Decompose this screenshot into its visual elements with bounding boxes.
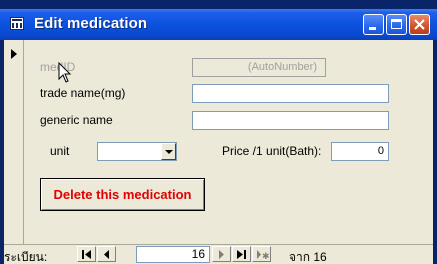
last-record-icon bbox=[237, 250, 246, 259]
first-record-button[interactable] bbox=[77, 246, 96, 262]
next-record-icon bbox=[219, 250, 224, 259]
unit-select[interactable] bbox=[97, 142, 177, 161]
next-record-button[interactable] bbox=[212, 246, 231, 262]
unit-label: unit bbox=[50, 144, 70, 158]
last-record-button[interactable] bbox=[232, 246, 251, 262]
edit-medication-window: Edit medication medID (AutoNumber) trade… bbox=[0, 0, 437, 264]
trade-name-field[interactable] bbox=[192, 84, 389, 103]
unit-dropdown-button[interactable] bbox=[161, 143, 176, 160]
first-record-icon bbox=[82, 250, 91, 259]
price-field[interactable]: 0 bbox=[331, 142, 389, 161]
minimize-button[interactable] bbox=[363, 14, 384, 35]
current-record-field[interactable]: 16 bbox=[136, 246, 210, 263]
previous-record-button[interactable] bbox=[97, 246, 116, 262]
form-client-area: medID (AutoNumber) trade name(mg) generi… bbox=[4, 40, 433, 264]
new-record-button[interactable]: ✱ bbox=[252, 246, 271, 262]
current-record-arrow-icon bbox=[11, 49, 17, 59]
record-selector[interactable] bbox=[4, 40, 24, 244]
svg-text:✱: ✱ bbox=[262, 252, 269, 260]
trade-name-label: trade name(mg) bbox=[40, 86, 126, 100]
new-record-icon: ✱ bbox=[257, 250, 269, 260]
generic-name-field[interactable] bbox=[192, 111, 389, 130]
previous-record-icon bbox=[104, 250, 109, 259]
close-icon bbox=[414, 19, 425, 30]
mouse-pointer-icon bbox=[58, 62, 72, 83]
record-label: ระเบียน: bbox=[4, 250, 48, 264]
generic-name-label: generic name bbox=[40, 113, 113, 127]
title-bar[interactable]: Edit medication bbox=[0, 9, 437, 40]
form-icon[interactable] bbox=[10, 17, 24, 30]
med-id-field: (AutoNumber) bbox=[192, 58, 326, 77]
record-count-label: จาก 16 bbox=[289, 250, 327, 264]
delete-medication-button[interactable]: Delete this medication bbox=[40, 178, 205, 211]
form-body: medID (AutoNumber) trade name(mg) generi… bbox=[25, 40, 433, 244]
window-title: Edit medication bbox=[34, 15, 148, 32]
price-label: Price /1 unit(Bath): bbox=[222, 144, 322, 158]
record-navigator: ระเบียน: 16 ✱ จาก 16 bbox=[4, 244, 433, 264]
maximize-button[interactable] bbox=[386, 14, 407, 35]
close-button[interactable] bbox=[409, 14, 430, 35]
